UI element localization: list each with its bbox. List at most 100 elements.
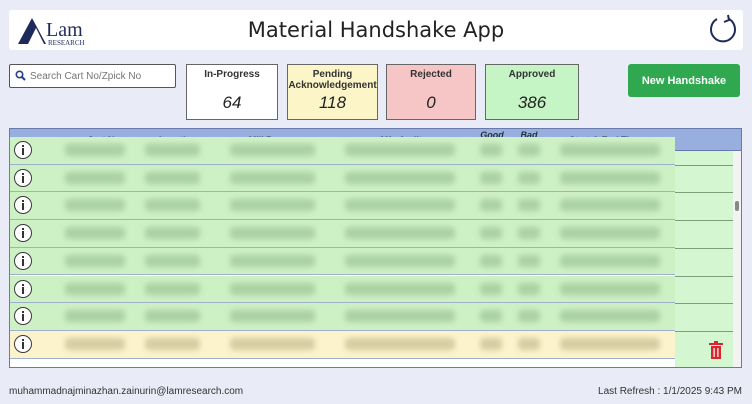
info-icon[interactable] <box>14 141 32 159</box>
table-row[interactable] <box>10 192 675 221</box>
row-divider <box>675 303 733 305</box>
row-divider <box>675 275 733 277</box>
table-row[interactable] <box>10 303 675 331</box>
redacted-cell <box>518 337 540 350</box>
redacted-cell <box>560 199 660 212</box>
redacted-cell <box>560 310 660 323</box>
table-row[interactable] <box>10 247 675 276</box>
table-row[interactable] <box>10 137 675 165</box>
info-icon[interactable] <box>14 334 32 353</box>
redacted-cell <box>230 144 315 156</box>
card-count: 386 <box>517 93 547 112</box>
redacted-cell <box>518 199 540 212</box>
row-divider <box>675 192 733 194</box>
redacted-cell <box>145 282 200 295</box>
redacted-cell <box>480 144 502 156</box>
redacted-cell <box>145 171 200 184</box>
redacted-cell <box>560 254 660 267</box>
redacted-cell <box>230 171 315 184</box>
info-icon[interactable] <box>14 279 32 298</box>
app-title: Material Handshake App <box>247 18 505 42</box>
redacted-cell <box>560 227 660 240</box>
table-row[interactable] <box>10 164 675 193</box>
refresh-icon[interactable] <box>708 14 738 46</box>
card-label: Rejected <box>410 69 452 80</box>
info-icon[interactable] <box>14 224 32 243</box>
pending-card[interactable]: Pending Acknowledgement 118 <box>287 64 378 120</box>
redacted-cell <box>480 227 502 240</box>
redacted-cell <box>145 199 200 212</box>
redacted-cell <box>65 199 125 212</box>
card-count: 0 <box>426 93 436 112</box>
in-progress-card[interactable]: In-Progress 64 <box>186 64 278 120</box>
redacted-cell <box>518 282 540 295</box>
redacted-cell <box>345 144 455 156</box>
info-icon[interactable] <box>14 307 32 326</box>
redacted-cell <box>560 337 660 350</box>
redacted-cell <box>345 337 455 350</box>
info-icon[interactable] <box>14 196 32 215</box>
redacted-cell <box>65 144 125 156</box>
search-icon <box>15 70 26 81</box>
redacted-cell <box>518 171 540 184</box>
redacted-cell <box>345 254 455 267</box>
last-refresh: Last Refresh : 1/1/2025 9:43 PM <box>598 386 742 397</box>
redacted-cell <box>560 144 660 156</box>
info-icon[interactable] <box>14 168 32 187</box>
redacted-cell <box>65 310 125 323</box>
redacted-cell <box>65 282 125 295</box>
search-input[interactable] <box>30 68 170 84</box>
search-box[interactable] <box>9 64 176 88</box>
redacted-cell <box>480 310 502 323</box>
redacted-cell <box>518 254 540 267</box>
redacted-cell <box>65 337 125 350</box>
table-row[interactable] <box>10 275 675 304</box>
card-count: 64 <box>222 93 242 112</box>
redacted-cell <box>230 337 315 350</box>
redacted-cell <box>480 199 502 212</box>
new-handshake-button[interactable]: New Handshake <box>628 64 740 97</box>
redacted-cell <box>230 310 315 323</box>
card-label: In-Progress <box>204 69 260 80</box>
row-divider <box>675 164 733 166</box>
scroll-thumb[interactable] <box>735 201 739 211</box>
user-email: muhammadnajminazhan.zainurin@lamresearch… <box>9 386 244 397</box>
info-icon[interactable] <box>14 251 32 270</box>
redacted-cell <box>518 144 540 156</box>
redacted-cell <box>345 199 455 212</box>
table-body <box>10 137 741 367</box>
redacted-cell <box>345 227 455 240</box>
card-count: 118 <box>318 93 347 112</box>
redacted-cell <box>345 282 455 295</box>
table-row[interactable] <box>10 330 675 359</box>
redacted-cell <box>560 282 660 295</box>
redacted-cell <box>145 254 200 267</box>
card-label: Approved <box>508 69 556 80</box>
scrollbar[interactable] <box>733 151 741 367</box>
redacted-cell <box>480 337 502 350</box>
approved-card[interactable]: Approved 386 <box>485 64 579 120</box>
redacted-cell <box>230 282 315 295</box>
redacted-cell <box>518 310 540 323</box>
row-divider <box>675 220 733 222</box>
redacted-cell <box>480 282 502 295</box>
redacted-cell <box>560 171 660 184</box>
redacted-cell <box>480 171 502 184</box>
redacted-cell <box>345 310 455 323</box>
redacted-cell <box>230 199 315 212</box>
redacted-cell <box>145 337 200 350</box>
rejected-card[interactable]: Rejected 0 <box>386 64 476 120</box>
redacted-cell <box>145 144 200 156</box>
card-label: Pending Acknowledgement <box>288 69 377 91</box>
row-divider <box>675 330 733 332</box>
handshake-table: Cart No Location MilkRunner Mfg Auditor … <box>9 128 742 368</box>
redacted-cell <box>65 227 125 240</box>
redacted-cell <box>230 254 315 267</box>
redacted-cell <box>518 227 540 240</box>
redacted-cell <box>145 310 200 323</box>
table-row[interactable] <box>10 220 675 248</box>
redacted-cell <box>480 254 502 267</box>
row-divider <box>675 247 733 249</box>
delete-icon[interactable] <box>708 341 724 359</box>
redacted-cell <box>145 227 200 240</box>
